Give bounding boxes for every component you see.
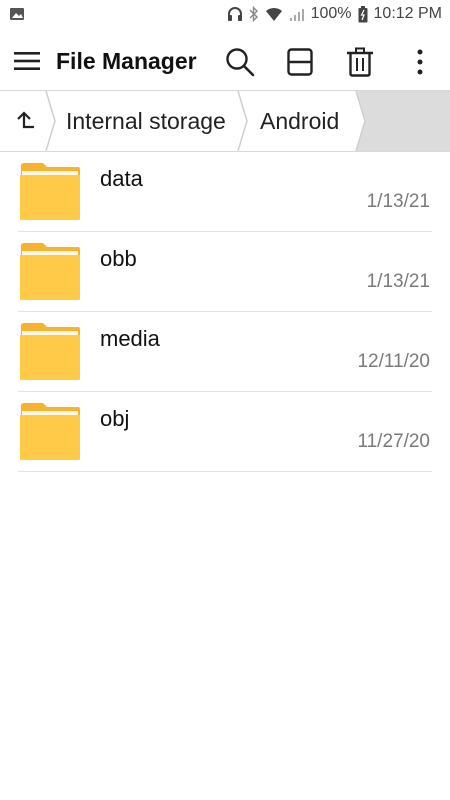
folder-icon: [20, 323, 80, 380]
breadcrumb-separator-icon: [45, 91, 56, 151]
bluetooth-icon: [249, 6, 259, 22]
file-date: 11/27/20: [357, 431, 430, 452]
breadcrumb: Internal storage Android: [0, 90, 450, 152]
up-arrow-icon[interactable]: [0, 91, 50, 151]
folder-icon: [20, 243, 80, 300]
file-name: data: [100, 166, 143, 191]
breadcrumb-fill: [356, 91, 450, 151]
menu-icon[interactable]: [14, 48, 40, 74]
folder-icon: [20, 163, 80, 220]
search-icon[interactable]: [224, 46, 256, 78]
status-icons: 100% 10:12 PM: [227, 5, 442, 23]
list-item[interactable]: obj 11/27/20: [0, 392, 450, 472]
list-item[interactable]: media 12/11/20: [0, 312, 450, 392]
divider: [18, 471, 432, 472]
signal-icon: [289, 6, 305, 22]
more-icon[interactable]: [404, 46, 436, 78]
file-date: 1/13/21: [366, 191, 430, 212]
file-name: obb: [100, 246, 137, 271]
file-date: 12/11/20: [357, 351, 430, 372]
folder-icon: [20, 403, 80, 460]
file-name: obj: [100, 406, 130, 431]
breadcrumb-item-internal-storage[interactable]: Internal storage: [66, 91, 226, 151]
breadcrumb-separator-icon: [237, 91, 248, 151]
battery-icon: [358, 5, 368, 23]
file-list: data 1/13/21 obb 1/13/21 media 12/11/20 …: [0, 152, 450, 472]
list-item[interactable]: obb 1/13/21: [0, 232, 450, 312]
wifi-icon: [265, 6, 283, 22]
view-toggle-icon[interactable]: [284, 46, 316, 78]
trash-icon[interactable]: [344, 46, 376, 78]
app-title: File Manager: [56, 48, 197, 74]
app-toolbar: File Manager: [0, 32, 450, 90]
file-date: 1/13/21: [366, 271, 430, 292]
breadcrumb-item-android[interactable]: Android: [260, 91, 339, 151]
list-item[interactable]: data 1/13/21: [0, 152, 450, 232]
headset-icon: [227, 6, 243, 22]
status-bar: 100% 10:12 PM: [0, 0, 450, 32]
battery-percent: 100%: [310, 5, 352, 22]
breadcrumb-current-chevron: [350, 91, 366, 151]
status-time: 10:12 PM: [373, 5, 442, 22]
image-icon: [10, 7, 24, 20]
file-name: media: [100, 326, 160, 351]
